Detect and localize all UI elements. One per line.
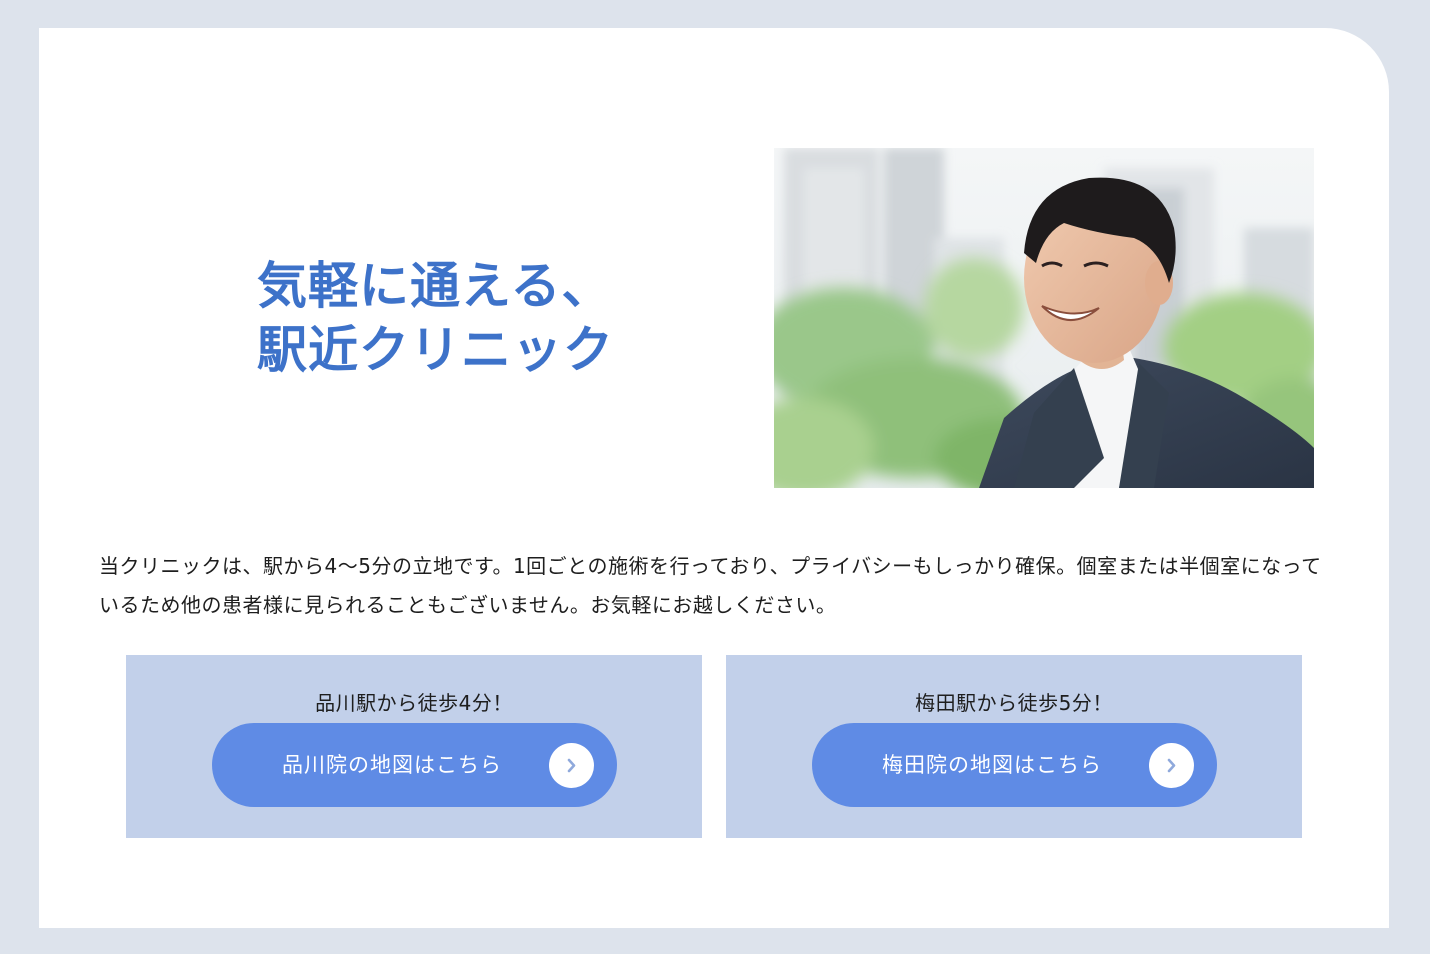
shinagawa-access-box: 品川駅から徒歩4分！ 品川院の地図はこちら (126, 655, 702, 838)
chevron-right-icon (1149, 743, 1194, 788)
content-card: 気軽に通える、 駅近クリニック 当クリニックは、駅から4〜5分の立地です。1回ご… (39, 28, 1389, 928)
umeda-map-button-label: 梅田院の地図はこちら (882, 753, 1102, 777)
businessman-photo (774, 148, 1314, 488)
shinagawa-map-button[interactable]: 品川院の地図はこちら (212, 723, 617, 807)
chevron-right-icon (549, 743, 594, 788)
umeda-map-button[interactable]: 梅田院の地図はこちら (812, 723, 1217, 807)
headline-line-1: 気軽に通える、 (257, 257, 613, 315)
intro-paragraph: 当クリニックは、駅から4〜5分の立地です。1回ごとの施術を行っており、プライバシ… (99, 554, 1322, 617)
umeda-access-box: 梅田駅から徒歩5分！ 梅田院の地図はこちら (726, 655, 1302, 838)
page-headline: 気軽に通える、 駅近クリニック (257, 254, 614, 382)
shinagawa-map-button-label: 品川院の地図はこちら (282, 753, 502, 777)
headline-line-2: 駅近クリニック (257, 321, 614, 379)
umeda-access-text: 梅田駅から徒歩5分！ (915, 691, 1113, 715)
shinagawa-access-text: 品川駅から徒歩4分！ (315, 691, 513, 715)
